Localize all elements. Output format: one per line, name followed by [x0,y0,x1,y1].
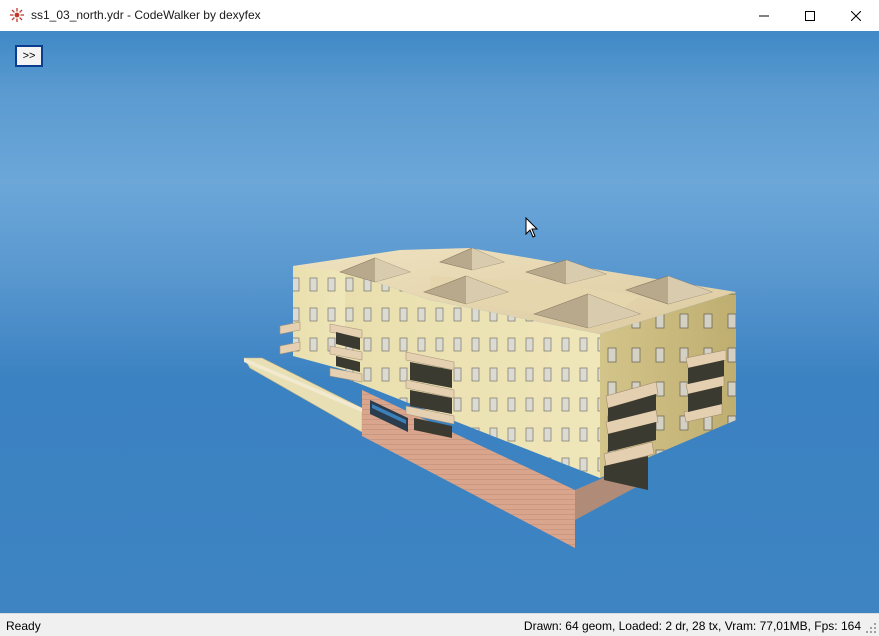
status-text: Ready [6,619,41,633]
title-bar[interactable]: ss1_03_north.ydr - CodeWalker by dexyfex [0,0,879,31]
codewalker-app-icon [10,8,24,22]
3d-viewport[interactable]: >> [0,31,879,613]
close-icon [851,10,861,21]
minimize-button[interactable] [741,0,787,31]
building-3d-model [243,247,736,548]
toggle-panel-button[interactable]: >> [15,45,43,67]
status-bar: Ready Drawn: 64 geom, Loaded: 2 dr, 28 t… [0,613,879,636]
render-stats: Drawn: 64 geom, Loaded: 2 dr, 28 tx, Vra… [523,619,861,633]
maximize-icon [805,10,815,21]
minimize-icon [759,15,769,16]
mouse-cursor-icon [525,217,539,238]
app-window: ss1_03_north.ydr - CodeWalker by dexyfex [0,0,879,636]
resize-grip-icon[interactable] [865,622,877,634]
maximize-button[interactable] [787,0,833,31]
close-button[interactable] [833,0,879,31]
window-title: ss1_03_north.ydr - CodeWalker by dexyfex [31,8,261,22]
